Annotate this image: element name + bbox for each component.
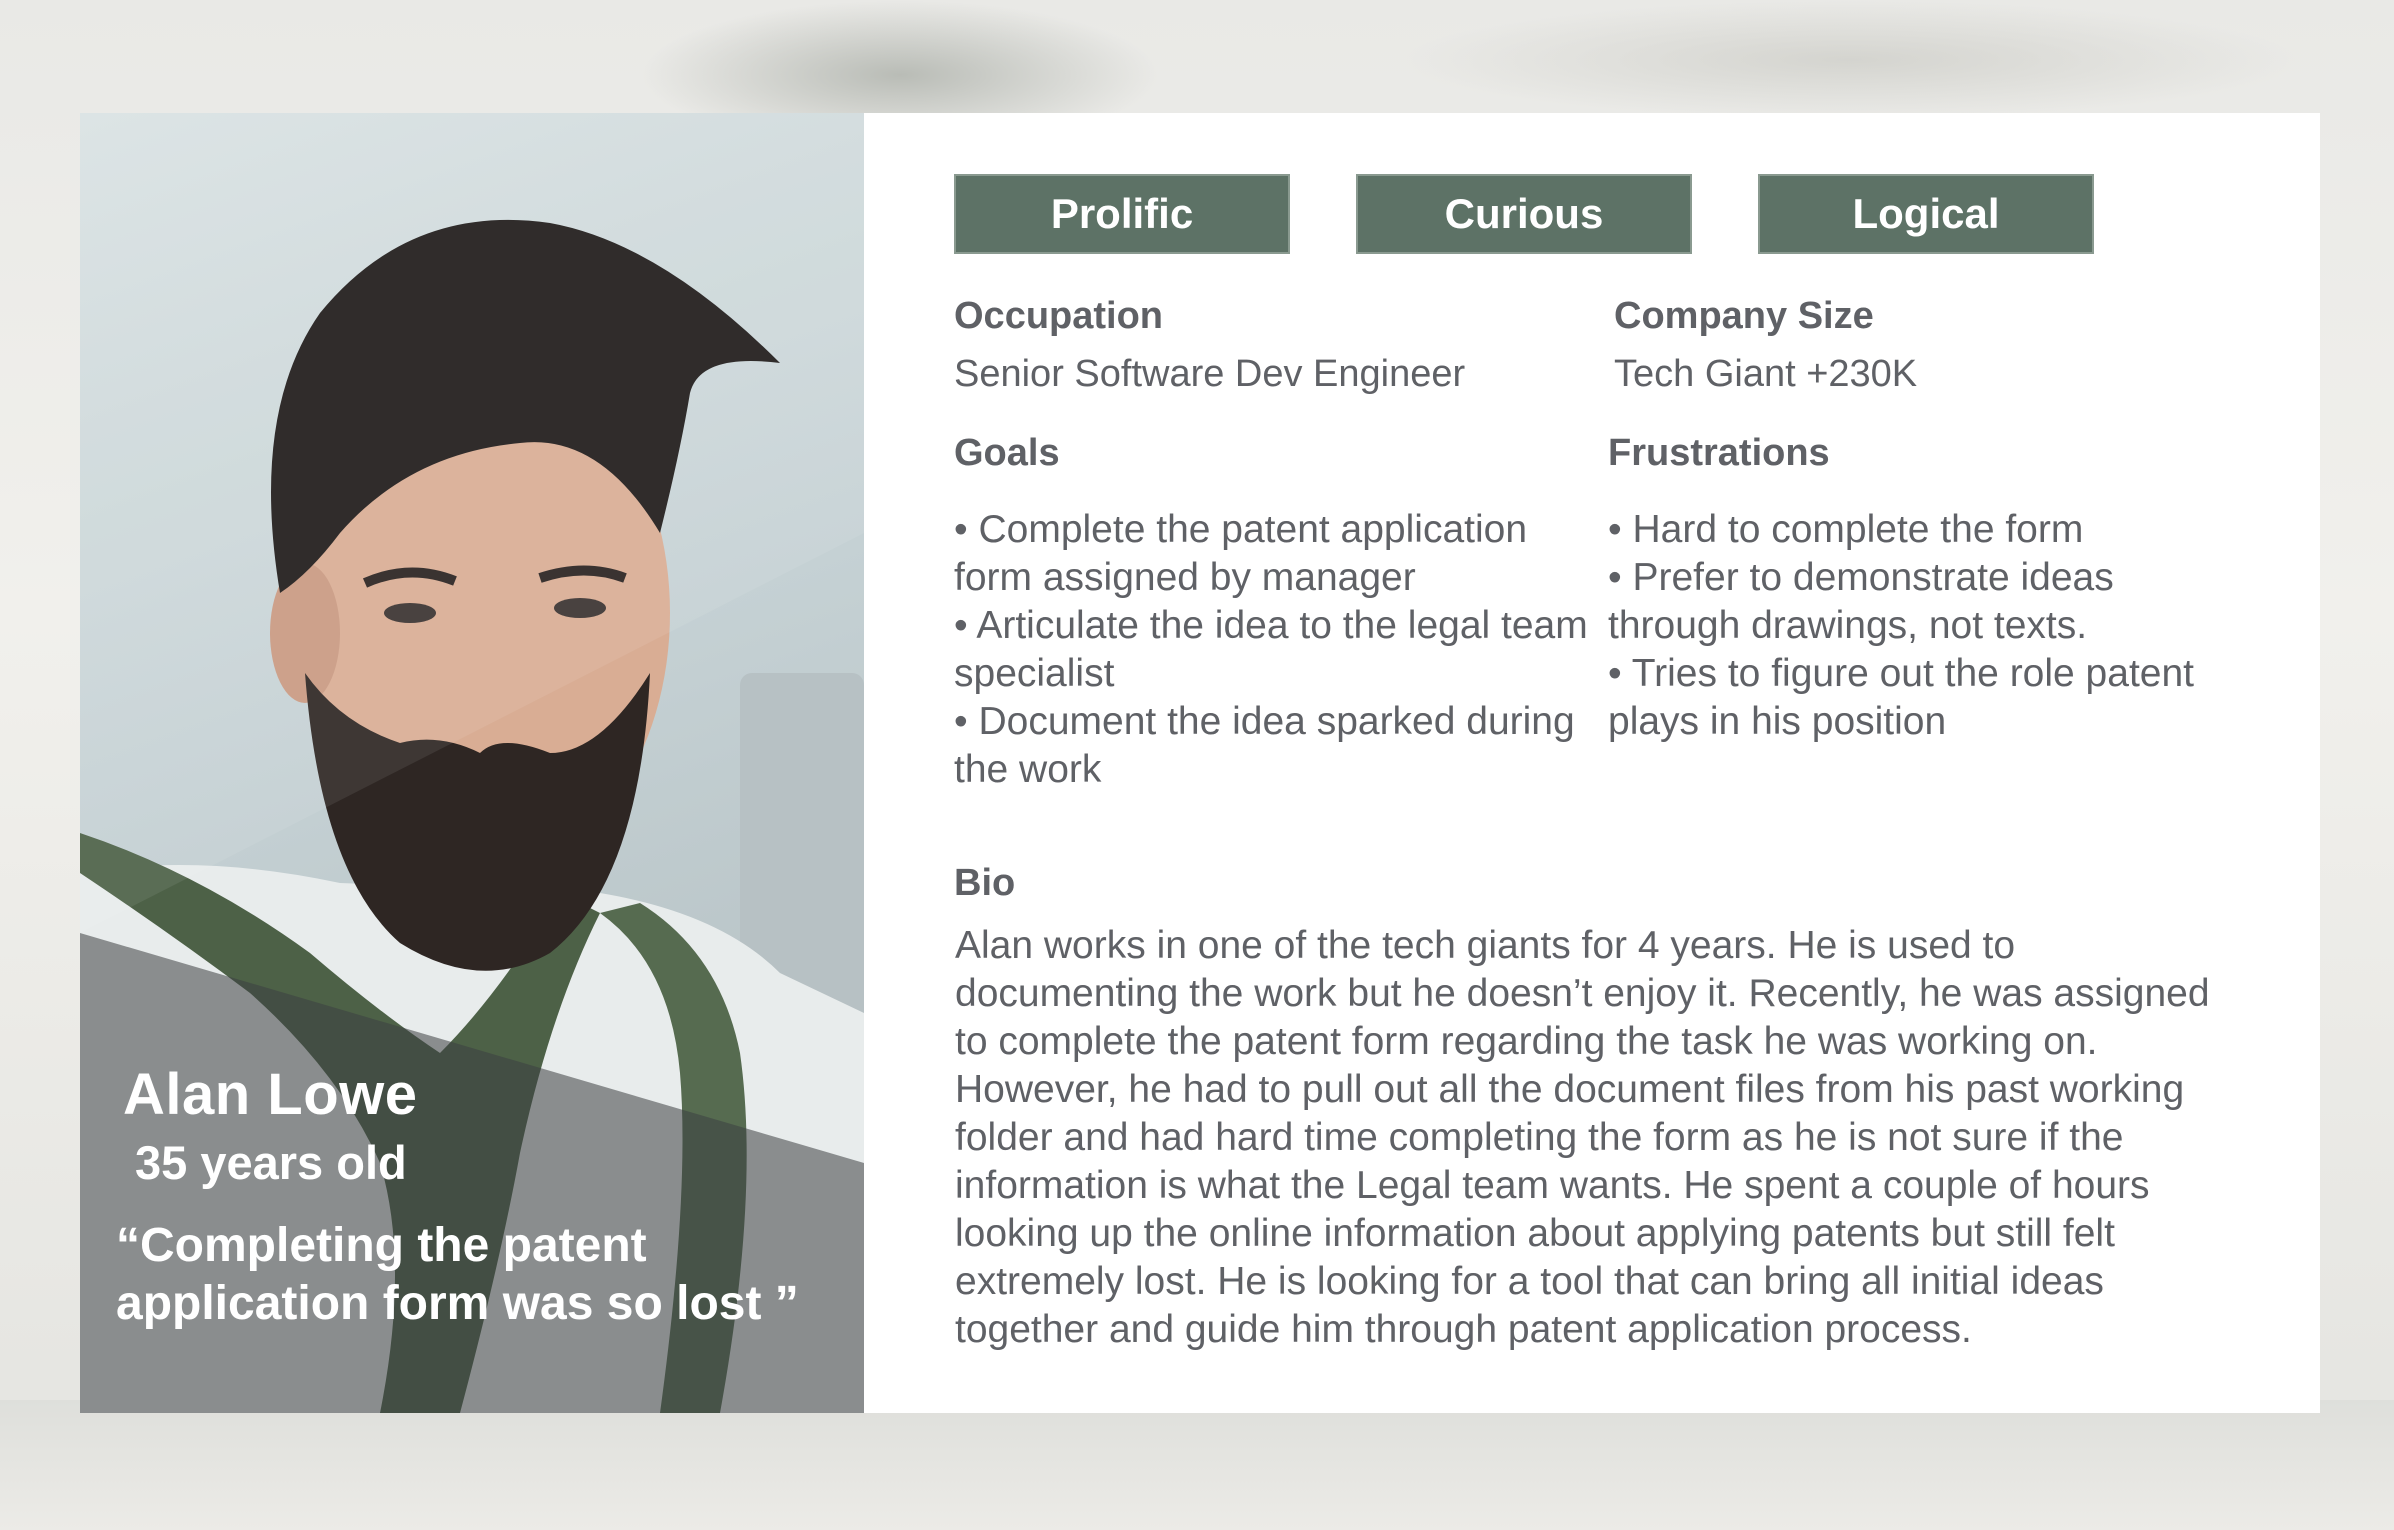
goal-item: • Articulate the idea to the legal team … [954, 604, 1588, 695]
goal-item: • Complete the patent application form a… [954, 508, 1528, 599]
frustrations-heading: Frustrations [1608, 432, 1830, 474]
trait-tag-curious: Curious [1356, 174, 1692, 254]
frustration-item: • Prefer to demonstrate ideas through dr… [1608, 556, 2114, 647]
occupation-heading: Occupation [954, 295, 1164, 337]
persona-age: 35 years old [135, 1136, 407, 1189]
frustrations-list: • Hard to complete the form • Prefer to … [1608, 506, 2248, 746]
background-blur [1400, 0, 2300, 120]
goal-item: • Document the idea sparked during the w… [954, 700, 1575, 791]
goals-heading: Goals [954, 432, 1060, 474]
trait-tag-prolific: Prolific [954, 174, 1290, 254]
persona-name: Alan Lowe [123, 1062, 418, 1127]
persona-photo: Alan Lowe 35 years old “Completing the p… [80, 113, 864, 1413]
goals-list: • Complete the patent application form a… [954, 506, 1594, 794]
company-size-value: Tech Giant +230K [1614, 353, 1918, 395]
frustration-item: • Hard to complete the form [1608, 508, 2084, 551]
background-floor [0, 1400, 2394, 1530]
trait-tag-logical: Logical [1758, 174, 2094, 254]
occupation-value: Senior Software Dev Engineer [954, 353, 1466, 395]
bio-text: Alan works in one of the tech giants for… [955, 924, 2210, 1351]
company-size-heading: Company Size [1614, 295, 1874, 337]
frustration-item: • Tries to figure out the role patent pl… [1608, 652, 2194, 743]
bio-heading: Bio [954, 862, 1016, 904]
persona-quote: “Completing the patent application form … [116, 1219, 799, 1330]
